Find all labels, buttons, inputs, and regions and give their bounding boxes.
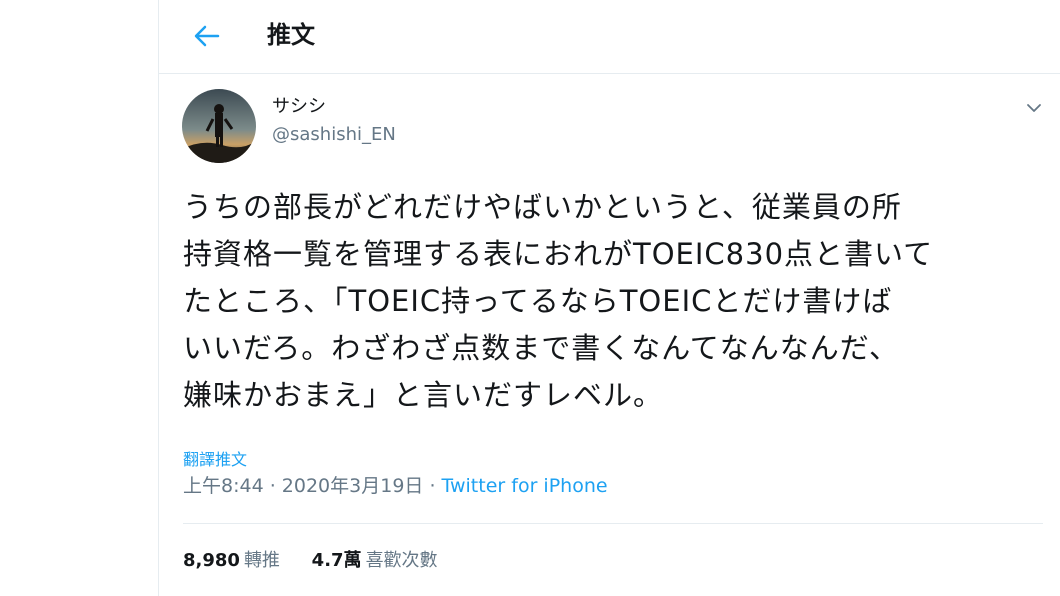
retweets-label: 轉推	[243, 550, 280, 571]
retweets-stat[interactable]: 8,980 轉推	[183, 549, 280, 573]
avatar-image	[182, 89, 256, 163]
divider	[183, 523, 1043, 524]
tweet-meta: 上午8:44 · 2020年3月19日 · Twitter for iPhone	[183, 474, 608, 498]
likes-count: 4.7萬	[311, 550, 362, 571]
tweet-source-link[interactable]: Twitter for iPhone	[442, 475, 608, 497]
back-button[interactable]	[189, 18, 225, 54]
tweet-timestamp[interactable]: 上午8:44 · 2020年3月19日	[183, 475, 423, 497]
translate-tweet-link[interactable]: 翻譯推文	[183, 450, 247, 470]
author-display-name[interactable]: サシシ	[272, 94, 396, 120]
avatar[interactable]	[182, 89, 256, 163]
tweet-menu-button[interactable]	[1021, 95, 1047, 121]
author-info: サシシ @sashishi_EN	[272, 94, 396, 148]
meta-separator: ·	[423, 475, 442, 497]
tweet-column: 推文 サシシ @sashishi_EN うちの部長がどれだけやばいかというと、従…	[158, 0, 1060, 596]
likes-stat[interactable]: 4.7萬 喜歡次數	[312, 549, 438, 573]
arrow-left-icon	[194, 25, 220, 47]
page-title: 推文	[267, 21, 315, 49]
tweet-text: うちの部長がどれだけやばいかというと、従業員の所 持資格一覧を管理する表におれが…	[183, 190, 934, 412]
chevron-down-icon	[1027, 104, 1041, 112]
author-handle[interactable]: @sashishi_EN	[272, 122, 396, 148]
tweet-stats: 8,980 轉推 4.7萬 喜歡次數	[183, 549, 464, 573]
retweets-count: 8,980	[183, 550, 240, 571]
page-header: 推文	[159, 0, 1060, 74]
likes-label: 喜歡次數	[365, 550, 438, 571]
